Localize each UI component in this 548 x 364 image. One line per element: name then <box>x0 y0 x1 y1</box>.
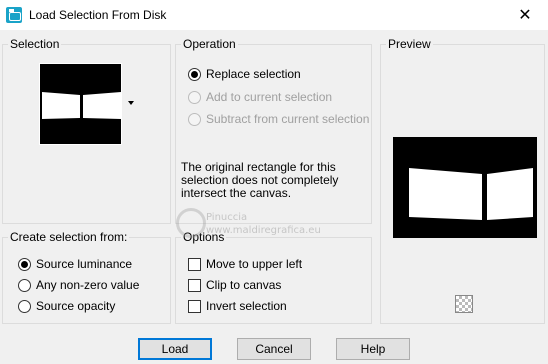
title-bar: Load Selection From Disk ✕ <box>0 0 548 30</box>
intersection-warning-text: The original rectangle for this selectio… <box>181 160 339 200</box>
radio-label: Any non-zero value <box>36 278 140 292</box>
invert-selection-checkbox[interactable]: Invert selection <box>188 299 287 313</box>
watermark: Pinuccia www.maldiregrafica.eu <box>176 208 376 244</box>
checkbox-label: Move to upper left <box>206 257 303 271</box>
transparency-checker-icon[interactable] <box>455 295 473 313</box>
load-button[interactable]: Load <box>138 338 212 360</box>
preview-group-label: Preview <box>386 37 433 51</box>
radio-indicator[interactable] <box>18 257 31 271</box>
move-to-upper-left-checkbox[interactable]: Move to upper left <box>188 257 302 271</box>
cancel-button[interactable]: Cancel <box>237 338 311 360</box>
checkbox-label: Clip to canvas <box>206 278 282 292</box>
radio-label: Source opacity <box>36 299 116 313</box>
radio-indicator[interactable] <box>18 299 31 313</box>
selection-group-label: Selection <box>8 37 62 51</box>
preview-image <box>393 137 537 238</box>
help-button[interactable]: Help <box>336 338 410 360</box>
watermark-name: Pinuccia <box>206 212 248 223</box>
source-luminance-radio[interactable]: Source luminance <box>18 257 132 271</box>
radio-indicator <box>188 112 201 126</box>
window-title: Load Selection From Disk <box>29 8 167 22</box>
watermark-logo-icon <box>176 208 206 238</box>
replace-selection-radio[interactable]: Replace selection <box>188 67 301 81</box>
radio-label: Replace selection <box>206 67 301 81</box>
radio-indicator[interactable] <box>188 67 201 81</box>
subtract-from-selection-radio: Subtract from current selection <box>188 112 369 126</box>
operation-group-label: Operation <box>181 37 238 51</box>
checkbox-box[interactable] <box>188 257 201 271</box>
selection-thumbnail-image <box>42 92 121 119</box>
checkbox-label: Invert selection <box>206 299 287 313</box>
radio-label: Add to current selection <box>206 90 333 104</box>
radio-indicator <box>188 90 201 104</box>
camera-app-icon <box>6 7 22 23</box>
chevron-down-icon[interactable] <box>128 101 134 105</box>
watermark-url: www.maldiregrafica.eu <box>206 225 321 236</box>
checkbox-box[interactable] <box>188 278 201 292</box>
clip-to-canvas-checkbox[interactable]: Clip to canvas <box>188 278 281 292</box>
checkbox-box[interactable] <box>188 299 201 313</box>
close-button[interactable]: ✕ <box>502 0 548 30</box>
radio-indicator[interactable] <box>18 278 31 292</box>
selection-thumbnail[interactable] <box>39 63 122 145</box>
radio-label: Subtract from current selection <box>206 112 370 126</box>
create-from-group-label: Create selection from: <box>8 230 130 244</box>
source-opacity-radio[interactable]: Source opacity <box>18 299 115 313</box>
preview-image-drawing <box>409 168 533 220</box>
radio-label: Source luminance <box>36 257 133 271</box>
add-to-selection-radio: Add to current selection <box>188 90 332 104</box>
any-non-zero-value-radio[interactable]: Any non-zero value <box>18 278 139 292</box>
